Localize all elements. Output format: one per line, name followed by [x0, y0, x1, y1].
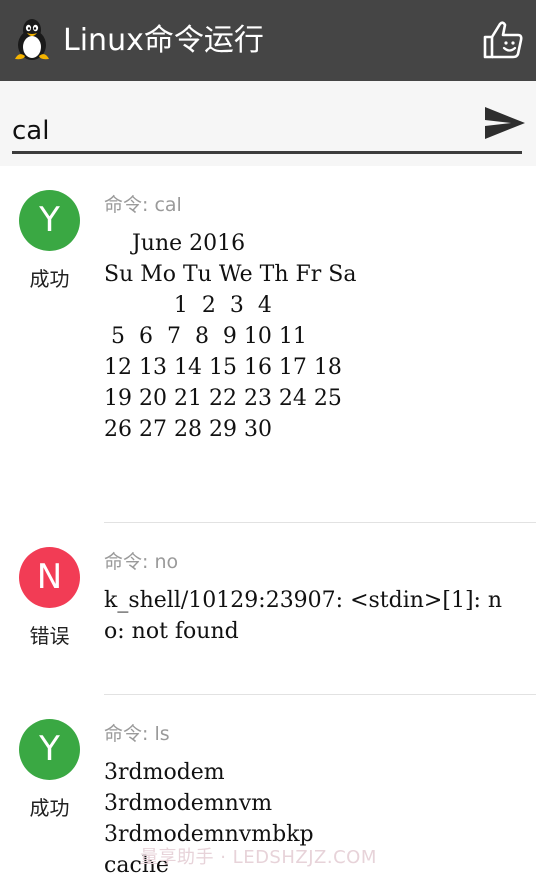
command-output: June 2016 Su Mo Tu We Th Fr Sa 1 2 3 4 5…	[104, 231, 357, 442]
status-label: 成功	[29, 267, 70, 291]
command-label: 命令: cal	[104, 194, 182, 216]
input-underline	[12, 151, 522, 154]
command-input[interactable]	[12, 111, 482, 151]
result-list[interactable]: Y 成功 命令: cal June 2016 Su Mo Tu We Th Fr…	[0, 166, 536, 876]
command-label: 命令: no	[104, 551, 179, 573]
app-screen: Linux命令运行 Y 成功 命令: cal June 2016 Su Mo T…	[0, 0, 536, 876]
result-item[interactable]: Y 成功 命令: cal June 2016 Su Mo Tu We Th Fr…	[0, 166, 536, 523]
app-toolbar: Linux命令运行	[0, 0, 536, 81]
command-label: 命令: ls	[104, 723, 170, 745]
status-avatar: N	[19, 547, 80, 608]
status-label: 成功	[29, 796, 70, 820]
send-icon[interactable]	[483, 104, 527, 142]
status-avatar: Y	[19, 190, 80, 251]
command-output: k_shell/10129:23907: <stdin>[1]: no: not…	[104, 588, 503, 644]
status-label: 错误	[29, 624, 70, 648]
result-item[interactable]: N 错误 命令: no k_shell/10129:23907: <stdin>…	[0, 523, 536, 695]
tux-penguin-icon	[15, 19, 49, 60]
status-avatar: Y	[19, 719, 80, 780]
watermark-text: 量享助手 · LEDSHZJZ.COM	[140, 847, 377, 868]
app-title: Linux命令运行	[63, 23, 264, 58]
thumbs-up-icon[interactable]	[482, 20, 524, 60]
